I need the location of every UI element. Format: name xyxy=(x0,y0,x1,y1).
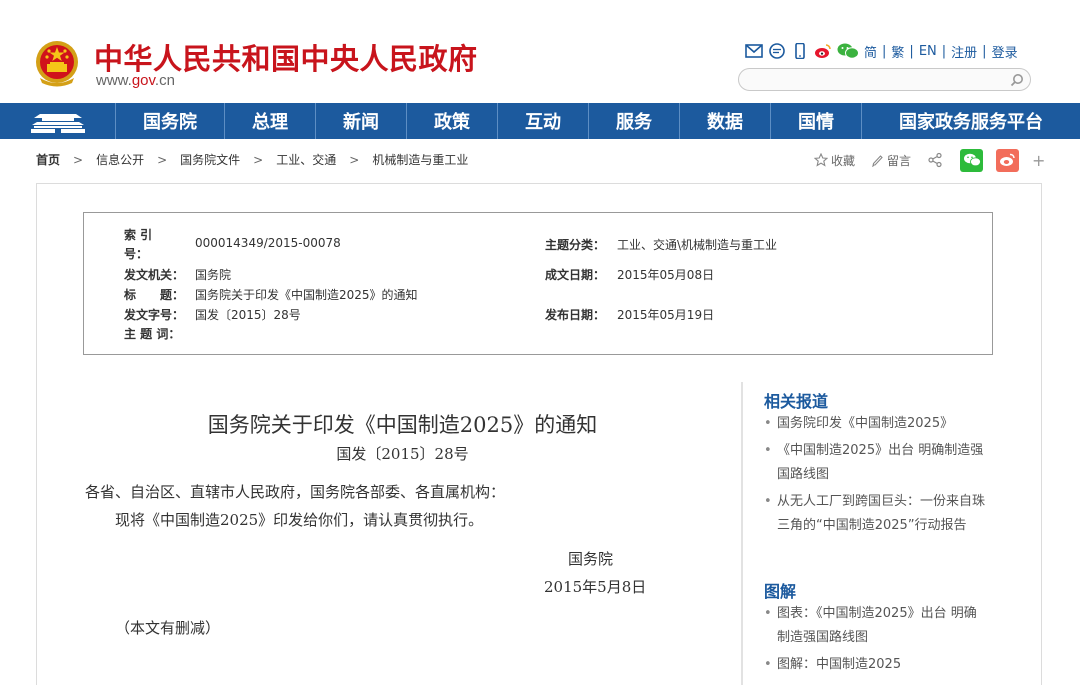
article-signature: 国务院 xyxy=(568,550,614,568)
share-icon xyxy=(928,152,942,168)
article-doc-number: 国发〔2015〕28号 xyxy=(336,445,469,463)
top-tools: 简 | 繁 | EN | 注册 | 登录 xyxy=(745,40,1018,62)
comment-button[interactable]: 留言 xyxy=(871,152,911,169)
breadcrumb-separator: > xyxy=(253,152,264,167)
meta-issuer-label: 发文机关： xyxy=(124,268,185,282)
meta-title-value: 国务院关于印发《中国制造2025》的通知 xyxy=(195,288,418,302)
separator: | xyxy=(941,43,947,59)
nav-item-interaction[interactable]: 互动 xyxy=(497,103,588,139)
nav-item-news[interactable]: 新闻 xyxy=(315,103,406,139)
document-metadata-table: 索 引 号： 000014349/2015-00078 主题分类： 工业、交通\… xyxy=(83,212,993,355)
graphic-link[interactable]: 图解：中国制造2025 xyxy=(764,653,989,677)
related-reports-heading: 相关报道 xyxy=(764,392,829,411)
nav-item-national-info[interactable]: 国情 xyxy=(770,103,861,139)
meta-index-value: 000014349/2015-00078 xyxy=(195,236,341,250)
mobile-icon[interactable] xyxy=(791,43,809,59)
separator: | xyxy=(882,43,887,59)
share-bar: 收藏 留言 + xyxy=(814,147,1045,173)
article-salutation: 各省、自治区、直辖市人民政府，国务院各部委、各直属机构： xyxy=(85,483,506,501)
meta-index-label: 索 引 号： xyxy=(124,228,153,261)
graphic-link[interactable]: 图表：《中国制造2025》出台 明确制造强国路线图 xyxy=(764,602,989,650)
related-report-link[interactable]: 《中国制造2025》出台 明确制造强国路线图 xyxy=(764,439,989,487)
meta-docno-value: 国发〔2015〕28号 xyxy=(195,308,301,322)
meta-written-date-value: 2015年05月08日 xyxy=(617,268,715,282)
breadcrumb-separator: > xyxy=(157,152,168,167)
meta-written-date-label: 成文日期： xyxy=(545,268,606,282)
search-input[interactable] xyxy=(739,69,989,91)
graphics-list: 图表：《中国制造2025》出台 明确制造强国路线图 图解：中国制造2025 xyxy=(764,602,989,680)
collect-label: 收藏 xyxy=(831,153,856,168)
breadcrumb-separator: > xyxy=(73,152,84,167)
star-icon xyxy=(814,153,828,167)
meta-category-label: 主题分类： xyxy=(545,238,606,252)
site-header: 中华人民共和国中央人民政府 www.gov.cn 简 | 繁 | EN | 注册… xyxy=(0,0,1080,103)
breadcrumb-machinery[interactable]: 机械制造与重工业 xyxy=(372,151,468,168)
weibo-icon[interactable] xyxy=(814,43,832,59)
breadcrumb-separator: > xyxy=(349,152,360,167)
meta-category-value: 工业、交通\机械制造与重工业 xyxy=(617,238,778,252)
breadcrumb: 首页 > 信息公开 > 国务院文件 > 工业、交通 > 机械制造与重工业 xyxy=(36,151,468,168)
more-share-button[interactable]: + xyxy=(1032,151,1045,170)
nav-item-services[interactable]: 服务 xyxy=(588,103,679,139)
pen-icon xyxy=(872,155,883,167)
national-emblem-icon[interactable] xyxy=(34,40,80,88)
nav-item-state-council[interactable]: 国务院 xyxy=(115,103,224,139)
related-reports-list: 国务院印发《中国制造2025》 《中国制造2025》出台 明确制造强国路线图 从… xyxy=(764,412,989,541)
breadcrumb-info-disclosure[interactable]: 信息公开 xyxy=(96,151,144,168)
comment-label: 留言 xyxy=(887,153,912,168)
url-suffix: .cn xyxy=(154,72,175,89)
lang-simplified-link[interactable]: 简 xyxy=(864,42,877,61)
meta-keywords-label: 主 题 词： xyxy=(124,327,181,341)
separator: | xyxy=(909,43,914,59)
meta-published-date-value: 2015年05月19日 xyxy=(617,308,715,322)
sidebar: 相关报道 国务院印发《中国制造2025》 《中国制造2025》出台 明确制造强国… xyxy=(741,382,991,685)
article-note: （本文有删减） xyxy=(115,619,221,637)
related-report-link[interactable]: 从无人工厂到跨国巨头：一份来自珠三角的“中国制造2025”行动报告 xyxy=(764,490,989,538)
url-prefix: www. xyxy=(96,72,132,89)
nav-item-data[interactable]: 数据 xyxy=(679,103,770,139)
meta-title-label: 标 题： xyxy=(124,288,185,302)
separator: | xyxy=(982,43,987,59)
meta-published-date-label: 发布日期： xyxy=(545,308,606,322)
related-report-link[interactable]: 国务院印发《中国制造2025》 xyxy=(764,412,989,436)
breadcrumb-industry-transport[interactable]: 工业、交通 xyxy=(276,151,336,168)
article-title: 国务院关于印发《中国制造2025》的通知 xyxy=(207,413,598,437)
article-body: 现将《中国制造2025》印发给你们，请认真贯彻执行。 xyxy=(115,511,484,529)
share-button[interactable] xyxy=(927,152,946,168)
lang-traditional-link[interactable]: 繁 xyxy=(891,42,904,61)
url-domain: gov xyxy=(131,72,155,89)
tiananmen-icon xyxy=(30,114,85,133)
share-weibo-button[interactable] xyxy=(996,148,1020,172)
search-box xyxy=(738,68,1031,91)
search-icon[interactable] xyxy=(1009,72,1025,88)
collect-button[interactable]: 收藏 xyxy=(814,152,855,169)
meta-issuer-value: 国务院 xyxy=(195,268,232,282)
article-date: 2015年5月8日 xyxy=(544,578,647,596)
wechat-icon xyxy=(963,153,981,167)
register-link[interactable]: 注册 xyxy=(951,42,977,61)
weibo-icon xyxy=(1000,153,1015,166)
main-nav: 国务院 总理 新闻 政策 互动 服务 数据 国情 国家政务服务平台 xyxy=(0,103,1080,139)
graphics-heading: 图解 xyxy=(764,582,797,601)
nav-home-logo[interactable] xyxy=(0,103,115,139)
meta-docno-label: 发文字号： xyxy=(124,308,185,322)
chat-icon[interactable] xyxy=(768,43,786,59)
nav-item-premier[interactable]: 总理 xyxy=(224,103,315,139)
nav-item-policy[interactable]: 政策 xyxy=(406,103,497,139)
breadcrumb-state-council-docs[interactable]: 国务院文件 xyxy=(180,151,240,168)
wechat-icon[interactable] xyxy=(837,43,859,59)
login-link[interactable]: 登录 xyxy=(992,42,1018,61)
nav-item-gov-service-platform[interactable]: 国家政务服务平台 xyxy=(861,103,1080,139)
share-wechat-button[interactable] xyxy=(960,148,984,172)
lang-english-link[interactable]: EN xyxy=(919,44,937,59)
breadcrumb-home[interactable]: 首页 xyxy=(36,151,60,168)
mail-icon[interactable] xyxy=(745,43,763,59)
site-url[interactable]: www.gov.cn xyxy=(96,72,175,89)
